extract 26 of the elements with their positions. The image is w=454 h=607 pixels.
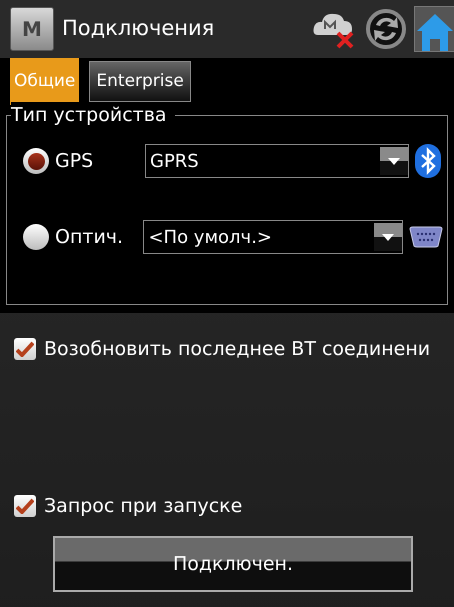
home-icon bbox=[416, 11, 454, 51]
radio-button[interactable] bbox=[23, 224, 49, 250]
checkmark-icon bbox=[16, 498, 34, 514]
group-title: Тип устройства bbox=[11, 102, 175, 128]
radio-button[interactable] bbox=[23, 148, 49, 174]
app-menu-button[interactable]: M bbox=[10, 7, 54, 51]
dropdown-arrow-icon[interactable] bbox=[380, 147, 408, 175]
tab[interactable]: Enterprise bbox=[89, 61, 191, 102]
radio-label: Оптич. bbox=[55, 224, 124, 250]
checkbox[interactable] bbox=[14, 494, 36, 517]
checkbox[interactable] bbox=[14, 338, 36, 360]
checkmark-icon bbox=[16, 341, 34, 358]
sync-icon[interactable] bbox=[366, 9, 406, 49]
dropdown[interactable]: GPRS bbox=[145, 144, 409, 178]
bluetooth-icon[interactable] bbox=[415, 144, 441, 178]
dropdown-arrow-icon[interactable] bbox=[374, 223, 402, 251]
dropdown[interactable]: <По умолч.> bbox=[143, 220, 403, 254]
checkbox-label: Запрос при запуске bbox=[44, 494, 242, 518]
radio-label: GPS bbox=[55, 148, 94, 174]
serial-port-icon[interactable] bbox=[409, 226, 443, 248]
dropdown-value: GPRS bbox=[150, 150, 199, 174]
home-button[interactable] bbox=[414, 6, 454, 52]
window-title: Подключения bbox=[62, 15, 216, 42]
dropdown-value: <По умолч.> bbox=[148, 226, 272, 250]
connect-button[interactable]: Подключен. bbox=[53, 536, 413, 592]
checkbox-label: Возобновить последнее BT соединени bbox=[44, 337, 430, 362]
